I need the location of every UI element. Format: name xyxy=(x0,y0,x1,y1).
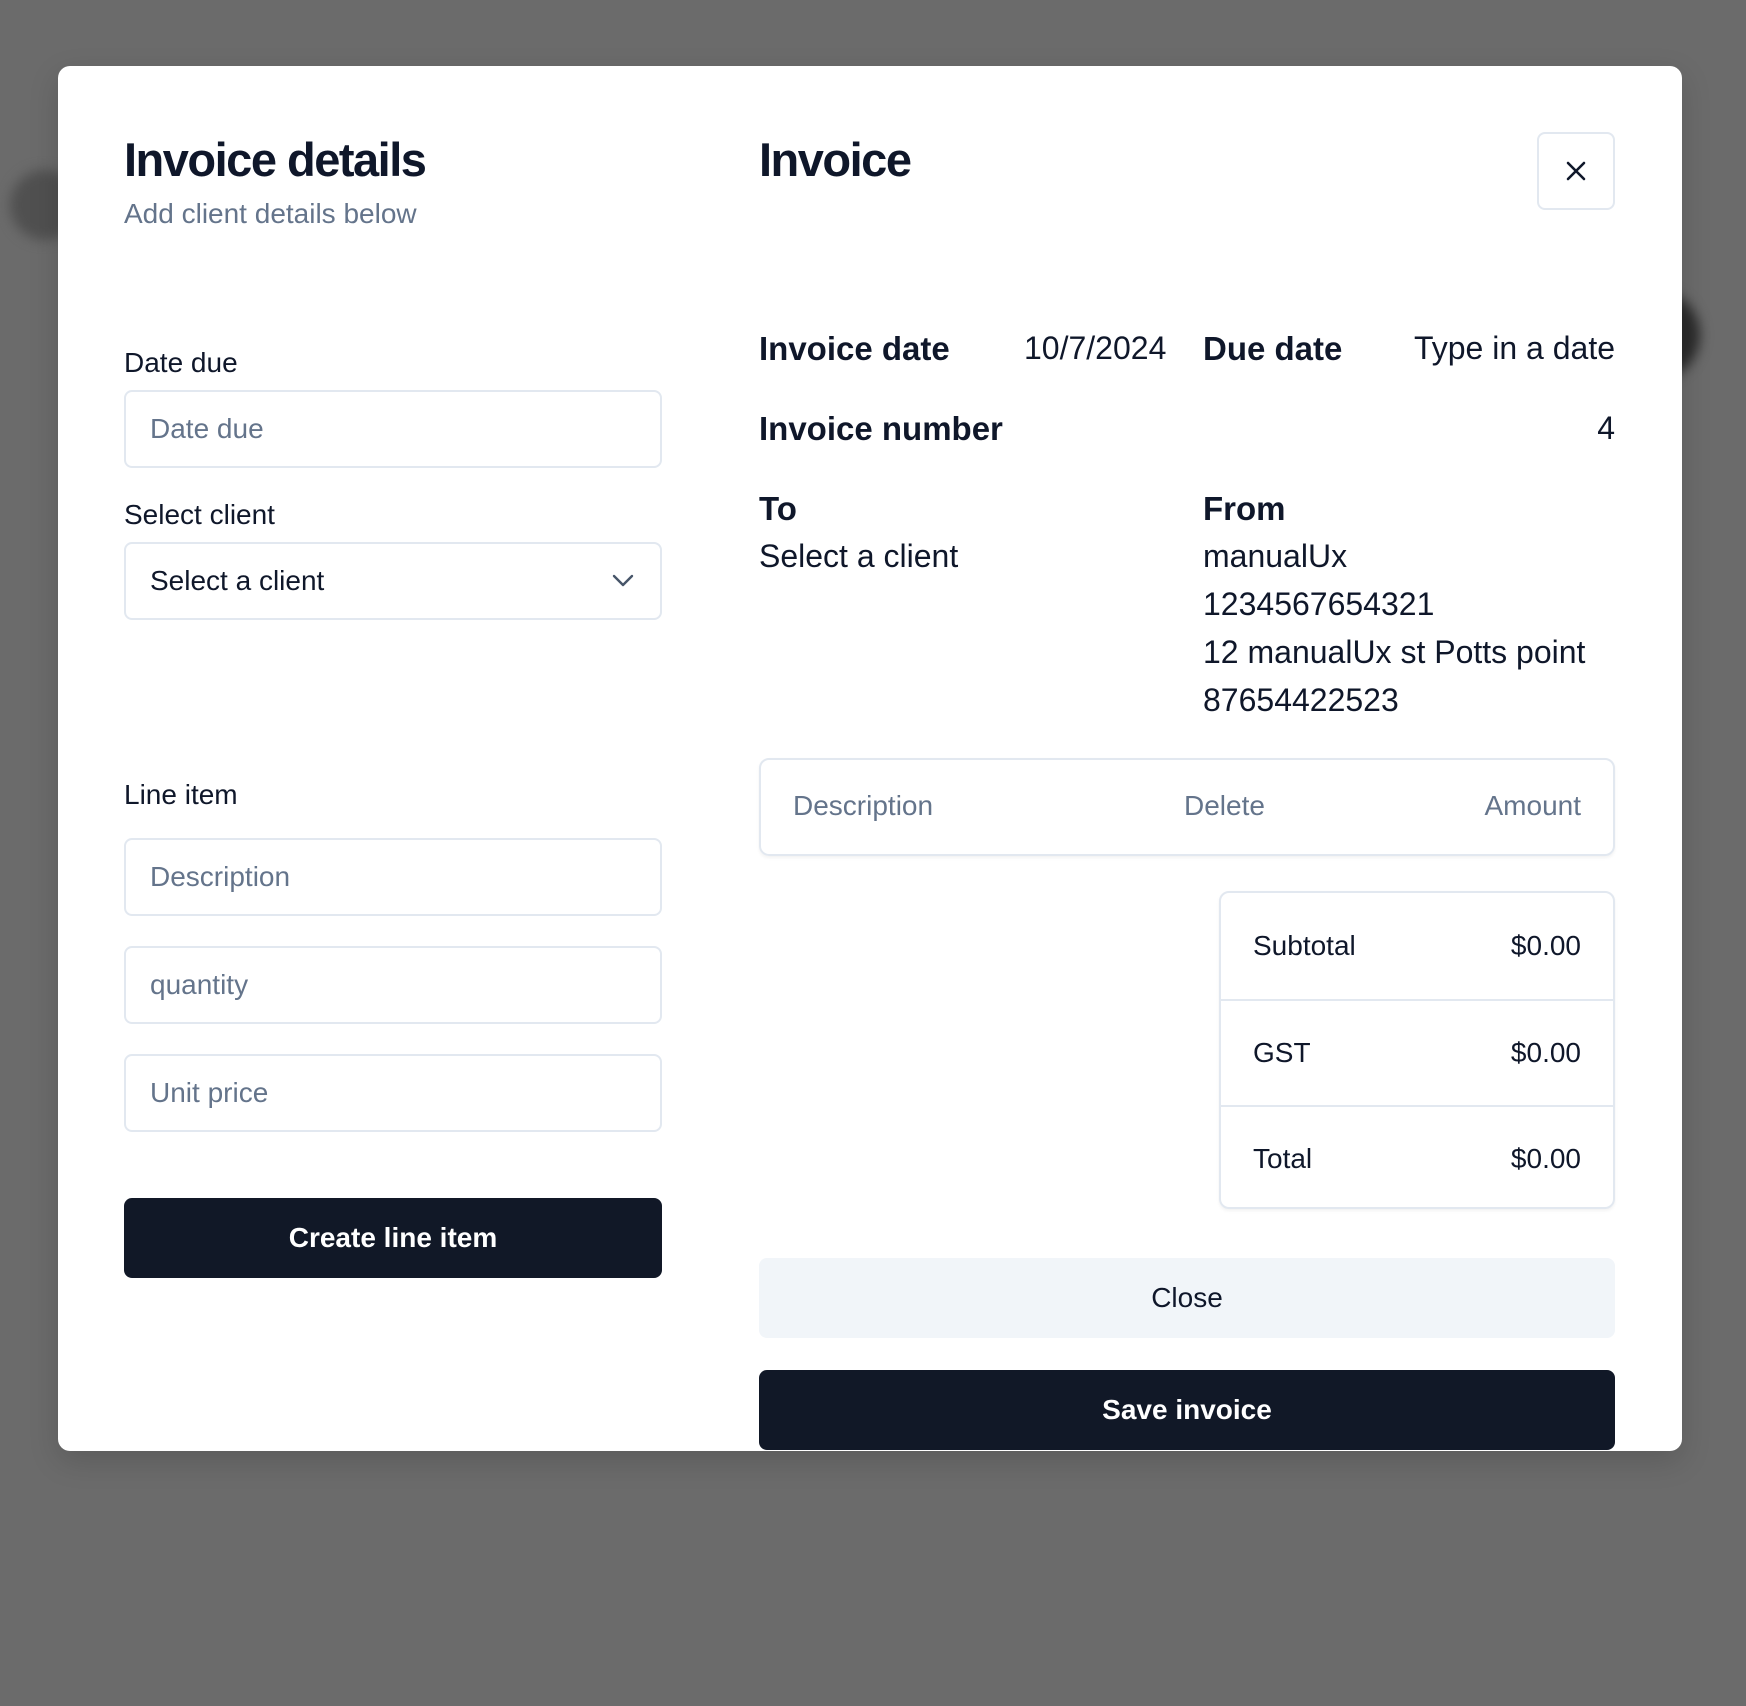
from-line: manualUx xyxy=(1203,538,1348,574)
column-header-description: Description xyxy=(793,790,934,821)
invoice-modal: Invoice details Add client details below… xyxy=(58,66,1682,1451)
totals-label: Total xyxy=(1253,1143,1313,1174)
totals-row-subtotal: Subtotal $0.00 xyxy=(1221,893,1613,999)
totals-value: $0.00 xyxy=(1510,930,1581,961)
unit-price-input[interactable]: Unit price xyxy=(124,1054,662,1132)
date-due-label: Date due xyxy=(124,347,238,378)
select-client-label: Select client xyxy=(124,499,275,530)
close-button[interactable]: Close xyxy=(759,1258,1615,1338)
description-input[interactable]: Description xyxy=(124,838,662,916)
from-label: From xyxy=(1203,490,1286,527)
invoice-date-value: 10/7/2024 xyxy=(1024,330,1167,366)
close-icon xyxy=(1566,161,1586,181)
invoice-number-value: 4 xyxy=(1597,410,1615,446)
date-due-placeholder: Date due xyxy=(150,413,264,444)
invoice-details-form: Invoice details Add client details below… xyxy=(124,132,664,1278)
from-line: 12 manualUx st Potts point xyxy=(1203,634,1586,670)
from-line: 87654422523 xyxy=(1203,682,1399,718)
details-title: Invoice details xyxy=(124,133,427,186)
details-subtitle: Add client details below xyxy=(124,198,417,230)
column-header-delete: Delete xyxy=(1184,790,1265,821)
totals-row-gst: GST $0.00 xyxy=(1221,999,1613,1105)
totals-table: Subtotal $0.00 GST $0.00 Total $0.00 xyxy=(1219,891,1615,1209)
save-invoice-button[interactable]: Save invoice xyxy=(759,1370,1615,1450)
to-label: To xyxy=(759,490,797,527)
totals-label: Subtotal xyxy=(1253,930,1356,961)
select-client-value: Select a client xyxy=(150,565,325,596)
totals-value: $0.00 xyxy=(1510,1037,1581,1068)
select-client-dropdown[interactable]: Select a client xyxy=(124,542,662,620)
line-items-table-header: Description Delete Amount xyxy=(759,758,1615,856)
invoice-date-label: Invoice date xyxy=(759,330,950,367)
from-line: 1234567654321 xyxy=(1203,586,1435,622)
invoice-preview: Invoice Invoice date 10/7/2024 Due date … xyxy=(759,132,1615,1450)
totals-label: GST xyxy=(1253,1037,1311,1068)
unit-price-placeholder: Unit price xyxy=(150,1077,269,1108)
description-placeholder: Description xyxy=(150,861,291,892)
date-due-input[interactable]: Date due xyxy=(124,390,662,468)
chevron-down-icon xyxy=(612,574,634,588)
column-header-amount: Amount xyxy=(1484,790,1582,821)
quantity-input[interactable]: quantity xyxy=(124,946,662,1024)
due-date-value: Type in a date xyxy=(1413,330,1615,366)
totals-row-total: Total $0.00 xyxy=(1221,1105,1613,1207)
create-line-item-button[interactable]: Create line item xyxy=(124,1198,662,1278)
to-value: Select a client xyxy=(759,538,959,574)
line-item-label: Line item xyxy=(124,779,238,810)
due-date-label: Due date xyxy=(1203,330,1343,367)
invoice-number-label: Invoice number xyxy=(759,410,1003,447)
close-icon-button[interactable] xyxy=(1537,132,1615,210)
quantity-placeholder: quantity xyxy=(150,969,249,1000)
totals-value: $0.00 xyxy=(1510,1143,1581,1174)
invoice-title: Invoice xyxy=(759,133,912,186)
